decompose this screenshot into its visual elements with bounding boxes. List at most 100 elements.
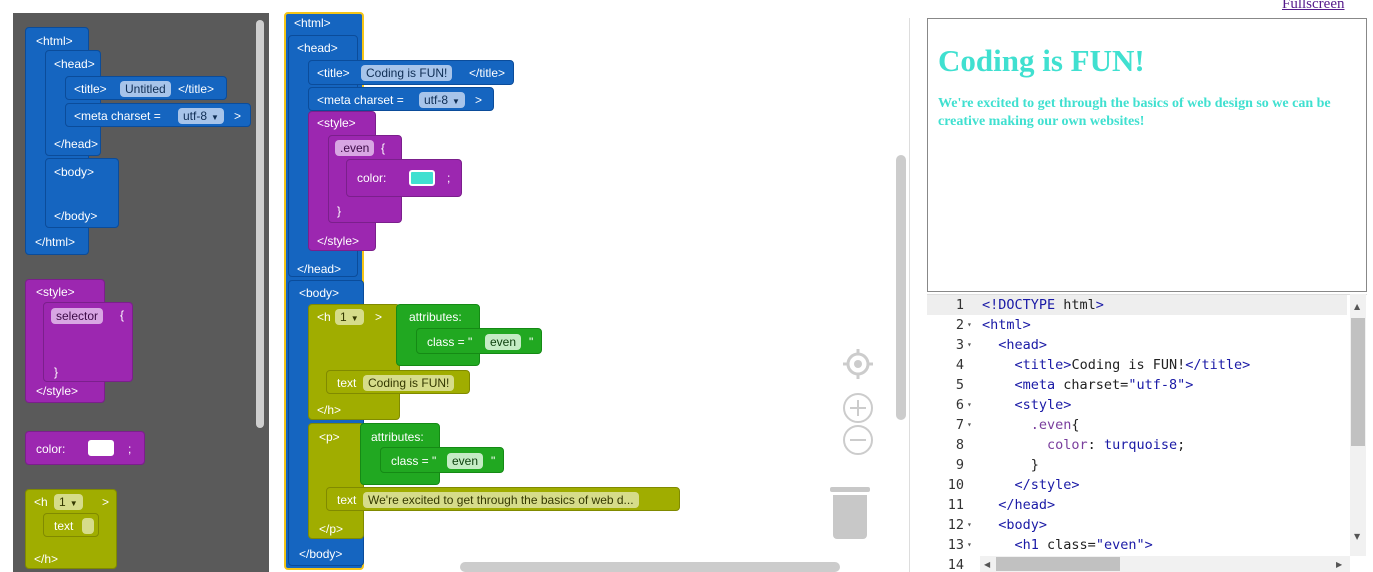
workspace-p-text-block[interactable]: text We're excited to get through the ba… [326,487,680,511]
code-text: <html> [982,317,1031,333]
fold-arrow-icon[interactable]: ▾ [967,415,972,435]
fold-arrow-icon[interactable]: ▾ [967,395,972,415]
ws-selector-field[interactable]: .even [335,140,375,156]
scroll-down-icon[interactable]: ▼ [1354,532,1360,541]
line-number: 13 [947,537,964,553]
editor-horizontal-scroll-thumb[interactable] [996,557,1120,571]
workspace-h-text-block[interactable]: text Coding is FUN! [326,370,470,394]
code-line[interactable]: 1 <!DOCTYPE html> [927,295,1347,315]
title-open-label: <title> [74,82,107,96]
toolbox-color-block[interactable]: color: ; [25,431,145,465]
block-toolbox: <html> <head> </head> <title> Untitled <… [13,13,269,572]
workspace-h-block[interactable]: <h 1 ▼ > </h> [308,304,400,420]
selector-field[interactable]: selector [51,308,104,324]
code-text: color: turquoise; [1047,437,1186,453]
line-number: 12 [947,517,964,533]
code-text: <body> [998,517,1048,533]
workspace-vertical-scrollbar[interactable] [896,155,906,420]
ws-style-open-label: <style> [317,116,356,130]
code-line[interactable]: 9 } [927,455,1347,475]
ws-p-text-label: text [337,493,357,507]
toolbox-title-block[interactable]: <title> Untitled </title> [65,76,227,100]
toolbox-text-block[interactable]: text [43,513,99,537]
ws-p-close-label: </p> [319,522,344,536]
ws-meta-charset-dropdown[interactable]: utf-8 ▼ [419,92,465,108]
toolbox-meta-block[interactable]: <meta charset = utf-8 ▼ > [65,103,251,127]
code-line[interactable]: 13 ▾ <h1 class="even"> [927,535,1347,555]
code-line[interactable]: 5 <meta charset="utf-8"> [927,375,1347,395]
line-number: 8 [955,437,964,453]
title-close-label: </title> [178,82,215,96]
ws-h-text-value-field[interactable]: Coding is FUN! [363,375,455,391]
html-open-label: <html> [36,34,73,48]
ws-p-text-value-field[interactable]: We're excited to get through the basics … [363,492,639,508]
code-line[interactable]: 12 ▾ <body> [927,515,1347,535]
text-value-field[interactable] [82,518,94,534]
ws-h-class-suffix: " [529,335,534,349]
code-editor[interactable]: 1 <!DOCTYPE html> 2 ▾ <html> 3 ▾ <head> 4 <titl… [927,294,1367,572]
ws-h-open-label: <h [317,310,331,324]
selector-brace-close: } [54,365,59,379]
code-text: <!DOCTYPE html> [982,297,1104,313]
code-line[interactable]: 10 </style> [927,475,1347,495]
code-line[interactable]: 3 ▾ <head> [927,335,1347,355]
ws-h-class-prefix: class = " [427,335,473,349]
workspace-color-block[interactable]: color: ; [346,159,462,197]
ws-color-semicolon: ; [447,171,451,185]
code-line[interactable]: 6 ▾ <style> [927,395,1347,415]
zoom-out-icon[interactable] [842,424,874,456]
h-level-dropdown[interactable]: 1 ▼ [54,494,83,510]
ws-h-text-label: text [337,376,357,390]
fullscreen-link[interactable]: Fullscreen [1282,0,1344,13]
code-line[interactable]: 11 </head> [927,495,1347,515]
code-text: <head> [998,337,1048,353]
workspace-p-block[interactable]: <p> </p> [308,423,364,539]
meta-suffix-label: > [234,109,242,123]
trash-icon[interactable] [828,487,872,541]
scroll-left-icon[interactable]: ◀ [984,560,990,569]
html-preview-frame: Coding is FUN! We're excited to get thro… [927,18,1367,292]
meta-charset-dropdown[interactable]: utf-8 ▼ [178,108,224,124]
code-line[interactable]: 4 <title>Coding is FUN!</title> [927,355,1347,375]
line-number: 3 [955,337,964,353]
code-line[interactable]: 8 color: turquoise; [927,435,1347,455]
ws-h-class-value-field[interactable]: even [485,334,522,350]
h-close-label: </h> [34,552,59,566]
fold-arrow-icon[interactable]: ▾ [967,515,972,535]
workspace-title-block[interactable]: <title> Coding is FUN! </title> [308,60,514,85]
code-text: <h1 class="even"> [1014,537,1153,553]
ws-html-open-label: <html> [294,16,331,30]
workspace-h-class-block[interactable]: class = " even " [416,328,542,354]
editor-vertical-scroll-thumb[interactable] [1351,318,1365,446]
ws-meta-suffix-label: > [475,93,483,107]
ws-p-class-value-field[interactable]: even [447,453,484,469]
scroll-up-icon[interactable]: ▲ [1354,302,1360,311]
workspace-meta-block[interactable]: <meta charset = utf-8 ▼ > [308,87,494,111]
code-text: <meta charset="utf-8"> [1014,377,1194,393]
title-value-field[interactable]: Untitled [120,81,171,97]
h-gt-label: > [102,495,110,509]
ws-title-value-field[interactable]: Coding is FUN! [361,65,453,81]
toolbox-selector-block[interactable]: selector { } [43,302,133,382]
line-number: 4 [955,357,964,373]
toolbox-scrollbar[interactable] [256,20,264,428]
ws-color-swatch[interactable] [409,170,435,186]
fold-arrow-icon[interactable]: ▾ [967,535,972,555]
zoom-in-icon[interactable] [842,392,874,424]
scroll-right-icon[interactable]: ▶ [1336,560,1342,569]
ws-h-close-label: </h> [317,403,342,417]
code-text: </style> [1014,477,1080,493]
target-icon[interactable] [842,348,874,380]
toolbox-body-block[interactable]: <body> </body> [45,158,119,228]
workspace-horizontal-scrollbar[interactable] [460,562,840,572]
fold-arrow-icon[interactable]: ▾ [967,315,972,335]
ws-h-level-dropdown[interactable]: 1 ▼ [335,309,364,325]
fold-arrow-icon[interactable]: ▾ [967,335,972,355]
code-line[interactable]: 7 ▾ .even{ [927,415,1347,435]
ws-meta-prefix-label: <meta charset = [317,93,404,107]
workspace-p-class-block[interactable]: class = " even " [380,447,504,473]
color-swatch[interactable] [88,440,114,456]
ws-h-gt-label: > [375,310,383,324]
code-line[interactable]: 2 ▾ <html> [927,315,1347,335]
ws-p-attributes-label: attributes: [371,430,424,444]
